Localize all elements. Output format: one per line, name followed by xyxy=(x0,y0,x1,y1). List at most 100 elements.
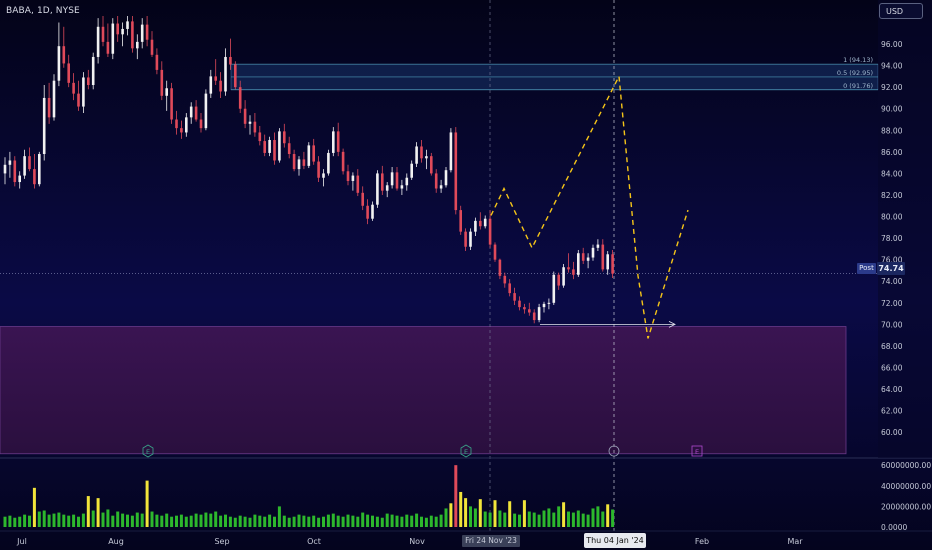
volume-bar xyxy=(297,514,301,527)
price-tick-label: 70.00 xyxy=(881,320,903,329)
price-tick-label: 90.00 xyxy=(881,105,903,114)
candle-body xyxy=(214,76,217,81)
volume-bar xyxy=(140,513,144,527)
candle-body xyxy=(175,119,178,129)
candle-body xyxy=(336,131,340,152)
fib-level-label: 1 (94.13) xyxy=(843,56,873,64)
volume-bar xyxy=(228,516,232,527)
event-marker-label: E xyxy=(695,448,699,456)
candle-body xyxy=(332,131,335,153)
candle-body xyxy=(3,164,7,174)
price-tick-label: 72.00 xyxy=(881,299,903,308)
volume-bar xyxy=(532,512,536,527)
time-tick-label: Oct xyxy=(307,537,321,546)
candle-body xyxy=(469,231,472,247)
volume-bar xyxy=(341,516,345,527)
candle-body xyxy=(312,145,315,162)
currency-button[interactable]: USD xyxy=(879,3,923,19)
volume-bar xyxy=(263,516,267,527)
candle-body xyxy=(199,119,203,129)
price-tick-label: 92.00 xyxy=(881,83,903,92)
volume-bar xyxy=(483,511,487,527)
volume-bar xyxy=(72,514,76,527)
candle-body xyxy=(577,253,580,275)
candle-body xyxy=(454,132,458,211)
volume-bar xyxy=(273,516,276,527)
candle-body xyxy=(567,267,570,270)
volume-bar xyxy=(567,511,570,527)
volume-bar xyxy=(238,515,242,527)
volume-bar xyxy=(282,515,286,527)
volume-bar xyxy=(13,517,17,527)
candle-body xyxy=(180,128,183,133)
volume-bar xyxy=(552,512,556,527)
candle-body xyxy=(376,173,379,205)
volume-bar xyxy=(601,511,605,527)
volume-bar xyxy=(439,514,443,527)
volume-bar xyxy=(23,514,27,527)
volume-bar xyxy=(277,506,281,527)
volume-bar xyxy=(557,506,561,527)
candle-body xyxy=(18,175,21,183)
volume-bar xyxy=(292,516,296,527)
price-tick-label: 74.00 xyxy=(881,277,903,286)
candle-body xyxy=(126,21,129,29)
candle-body xyxy=(121,28,124,35)
volume-bar xyxy=(375,516,379,527)
volume-bar xyxy=(18,516,22,527)
candle-body xyxy=(508,283,511,294)
candle-body xyxy=(390,172,394,186)
candle-body xyxy=(28,156,31,170)
demand-zone xyxy=(0,326,847,455)
candle-body xyxy=(464,231,467,247)
volume-bar xyxy=(586,514,590,527)
volume-bar xyxy=(37,511,41,527)
volume-bar xyxy=(331,513,335,527)
candle-body xyxy=(170,88,173,120)
chart-stage[interactable]: 1 (94.13) 0.5 (92.95) 0 (91.76) E E E 96.00 9… xyxy=(0,0,932,550)
volume-bar xyxy=(302,515,306,527)
candle-body xyxy=(13,160,17,183)
fib-level-label: 0.5 (92.95) xyxy=(837,69,873,77)
candle-body xyxy=(273,139,276,161)
chart-canvas[interactable]: 1 (94.13) 0.5 (92.95) 0 (91.76) E E E 96.00 9… xyxy=(0,0,932,550)
volume-bar xyxy=(175,515,178,527)
volume-bar xyxy=(214,511,218,527)
volume-bar xyxy=(336,515,340,527)
volume-bar xyxy=(62,514,66,527)
price-tick-label: 66.00 xyxy=(881,364,903,373)
volume-bar xyxy=(209,513,213,527)
candle-body xyxy=(116,23,119,35)
candle-body xyxy=(385,185,389,191)
volume-bar xyxy=(606,504,610,527)
volume-bar xyxy=(326,514,330,527)
volume-bar xyxy=(42,510,46,527)
candle-body xyxy=(33,169,36,185)
candle-body xyxy=(234,64,237,88)
candle-body xyxy=(474,220,477,232)
volume-bar xyxy=(400,516,404,527)
candle-body xyxy=(498,259,502,276)
candle-body xyxy=(8,160,12,165)
candle-body xyxy=(224,56,227,92)
time-tick-label: Sep xyxy=(214,537,229,546)
candle-body xyxy=(488,218,492,245)
candle-body xyxy=(415,146,418,164)
volume-bar xyxy=(459,491,463,527)
candle-body xyxy=(77,93,80,107)
time-tick-label: Jul xyxy=(16,537,27,546)
volume-bar xyxy=(464,498,468,527)
candle-body xyxy=(229,56,232,65)
price-tick-label: 68.00 xyxy=(881,342,903,351)
candle-body xyxy=(400,185,404,189)
volume-bar xyxy=(52,513,56,527)
candle-body xyxy=(483,218,487,227)
event-marker-label: E xyxy=(146,448,150,456)
volume-tick-label: 60000000.00 xyxy=(881,461,931,470)
volume-bar xyxy=(513,513,517,527)
volume-bar xyxy=(390,514,394,527)
volume-bar xyxy=(150,511,154,527)
volume-bar xyxy=(503,512,507,527)
volume-bar xyxy=(135,512,139,527)
symbol-label: BABA, 1D, NYSE xyxy=(6,6,80,16)
